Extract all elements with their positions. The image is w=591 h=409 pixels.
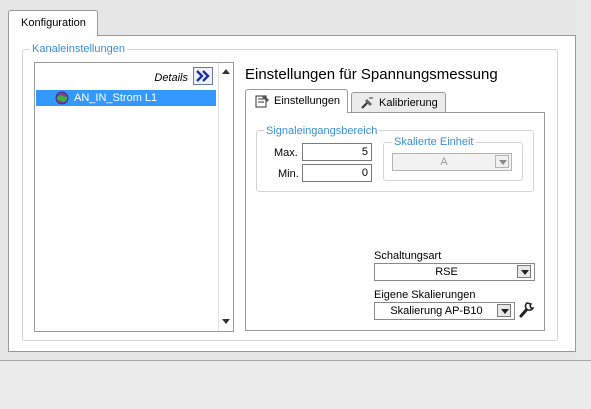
wrench-icon[interactable]: [518, 299, 536, 319]
tab-einstellungen-label: Einstellungen: [274, 95, 341, 107]
kanaleinstellungen-legend: Kanaleinstellungen: [30, 43, 127, 55]
wrench-icon-svg: [519, 302, 535, 318]
chevron-down-icon[interactable]: [497, 304, 511, 317]
eigene-skalierungen-label: Eigene Skalierungen: [374, 289, 476, 301]
chevron-down-icon: [495, 155, 509, 168]
list-item[interactable]: AN_IN_Strom L1: [36, 90, 216, 106]
chevron-down-icon[interactable]: [517, 265, 531, 278]
scroll-down-arrow-icon[interactable]: [222, 319, 230, 324]
scaled-unit-dropdown: A: [392, 153, 512, 171]
scaled-unit-value: A: [440, 156, 448, 168]
max-field[interactable]: 5: [302, 143, 372, 161]
scroll-up-arrow-icon[interactable]: [222, 69, 230, 74]
tab-einstellungen[interactable]: Einstellungen: [245, 89, 348, 113]
schaltungsart-label: Schaltungsart: [374, 250, 442, 262]
eigene-skalierungen-value: Skalierung AP-B10: [390, 305, 483, 317]
signaleingangsbereich-legend: Signaleingangsbereich: [264, 125, 380, 137]
skalierte-einheit-legend: Skalierte Einheit: [392, 136, 476, 148]
tab-konfiguration-label: Konfiguration: [21, 17, 86, 29]
details-button[interactable]: [193, 67, 213, 85]
window-bottom-bar: [0, 360, 591, 409]
details-label: Details: [154, 72, 188, 84]
eigene-skalierungen-dropdown[interactable]: Skalierung AP-B10: [374, 302, 515, 320]
tab-konfiguration[interactable]: Konfiguration: [8, 10, 98, 36]
min-label: Min.: [278, 168, 299, 180]
settings-sheet-icon: [255, 95, 269, 108]
double-chevron-right-icon: [196, 70, 210, 82]
channel-list[interactable]: Details AN_IN_Strom L1: [34, 62, 234, 332]
globe-channel-icon: [55, 91, 69, 105]
channel-list-header: Details: [35, 63, 218, 89]
channel-name: AN_IN_Strom L1: [74, 92, 158, 104]
min-field[interactable]: 0: [302, 164, 372, 182]
max-label: Max.: [274, 147, 298, 159]
calibration-tool-icon: [361, 97, 373, 109]
measurement-title: Einstellungen für Spannungsmessung: [245, 66, 498, 83]
schaltungsart-value: RSE: [435, 266, 458, 278]
channel-list-scrollbar[interactable]: [218, 63, 233, 331]
schaltungsart-dropdown[interactable]: RSE: [374, 263, 535, 281]
tab-kalibrierung[interactable]: Kalibrierung: [351, 92, 446, 113]
window-edge-right: [575, 0, 591, 409]
tab-kalibrierung-label: Kalibrierung: [379, 97, 438, 109]
